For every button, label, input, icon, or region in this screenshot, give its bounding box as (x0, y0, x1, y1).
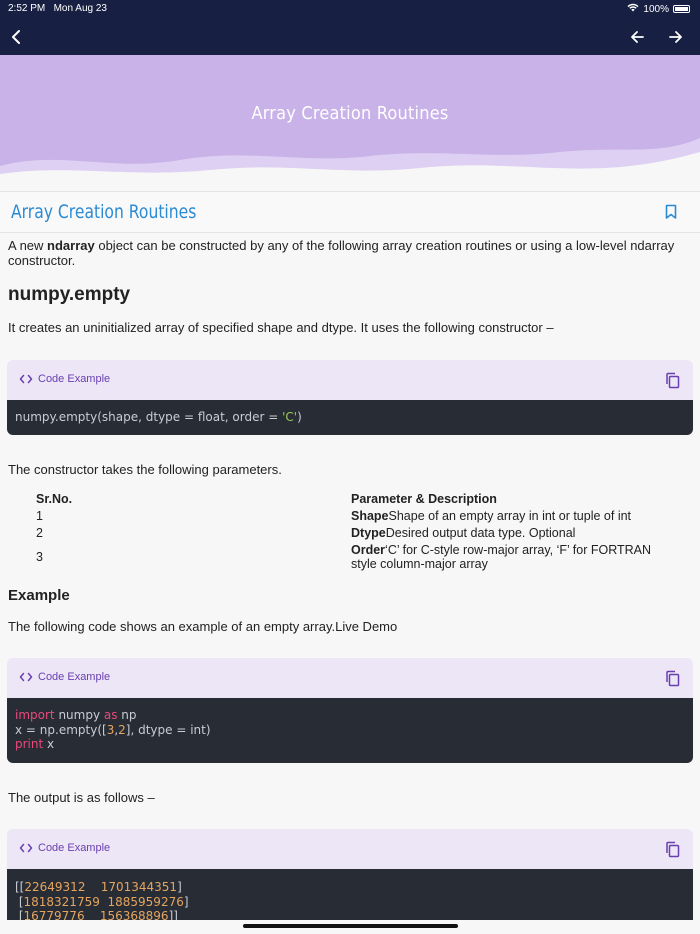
copy-code-button[interactable] (664, 841, 680, 858)
chevron-left-icon (12, 30, 20, 44)
row-number: 1 (36, 508, 43, 523)
back-button[interactable] (5, 26, 27, 48)
output-intro: The output is as follows – (8, 790, 155, 805)
code-card-example: Code Example import numpy as np x = np.e… (7, 658, 693, 763)
copy-code-button[interactable] (664, 372, 680, 389)
code-card-constructor: Code Example numpy.empty(shape, dtype = … (7, 360, 693, 435)
code-card-header: Code Example (7, 360, 693, 400)
arrow-left-icon (631, 31, 644, 43)
section-heading-example: Example (8, 587, 70, 604)
row-param: ShapeShape of an empty array in int or t… (351, 508, 632, 523)
home-indicator[interactable] (243, 924, 458, 928)
code-example-label: Code Example (19, 671, 110, 683)
example-description: The following code shows an example of a… (8, 619, 398, 634)
code-block[interactable]: import numpy as np x = np.empty([3,2], d… (7, 698, 693, 763)
arrow-right-icon (669, 31, 682, 43)
code-card-output: Code Example [[22649312 1701344351] [181… (7, 829, 693, 920)
parameters-table: Sr.No. Parameter & Description 1 ShapeSh… (36, 490, 661, 573)
code-brackets-icon (19, 374, 33, 384)
status-bar: 2:52 PM Mon Aug 23 100% (0, 0, 700, 18)
table-row: 3 Order‘C’ for C-style row-major array, … (36, 541, 661, 573)
row-number: 2 (36, 525, 43, 540)
code-block[interactable]: [[22649312 1701344351] [1818321759 18859… (7, 869, 693, 920)
status-time: 2:52 PM Mon Aug 23 (8, 3, 107, 14)
table-header-row: Sr.No. Parameter & Description (36, 490, 661, 507)
previous-page-button[interactable] (626, 26, 648, 48)
code-brackets-icon (19, 843, 33, 853)
numpy-empty-description: It creates an uninitialized array of spe… (8, 320, 554, 335)
code-card-header: Code Example (7, 829, 693, 869)
row-param: Order‘C’ for C-style row-major array, ‘F… (351, 543, 652, 571)
page-title-row: Array Creation Routines (0, 191, 700, 233)
nav-bar (0, 18, 700, 55)
copy-icon (666, 670, 680, 687)
copy-code-button[interactable] (664, 670, 680, 687)
bookmark-icon (665, 204, 677, 219)
battery-icon (673, 5, 690, 13)
code-brackets-icon (19, 672, 33, 682)
code-block[interactable]: numpy.empty(shape, dtype = float, order … (7, 400, 693, 435)
status-right: 100% (627, 3, 690, 15)
table-row: 2 DtypeDesired output data type. Optiona… (36, 524, 661, 541)
hero-banner: Array Creation Routines (0, 55, 700, 180)
table-row: 1 ShapeShape of an empty array in int or… (36, 507, 661, 524)
intro-paragraph: A new ndarray object can be constructed … (8, 238, 675, 268)
next-page-button[interactable] (665, 26, 687, 48)
hero-wave (0, 138, 700, 180)
battery-percent: 100% (643, 3, 669, 15)
copy-icon (666, 841, 680, 858)
wifi-icon (627, 3, 639, 15)
hero-title: Array Creation Routines (251, 103, 449, 124)
code-example-label: Code Example (19, 373, 110, 385)
copy-icon (666, 372, 680, 389)
column-header-srno: Sr.No. (36, 491, 73, 506)
params-intro: The constructor takes the following para… (8, 462, 282, 477)
row-number: 3 (36, 550, 43, 564)
code-example-label: Code Example (19, 842, 110, 854)
bookmark-button[interactable] (664, 204, 678, 220)
section-heading-numpy-empty: numpy.empty (8, 284, 131, 305)
column-header-param: Parameter & Description (351, 491, 497, 506)
intro-bold: ndarray (47, 238, 95, 253)
code-card-header: Code Example (7, 658, 693, 698)
row-param: DtypeDesired output data type. Optional (351, 525, 576, 540)
page-title: Array Creation Routines (11, 201, 197, 223)
